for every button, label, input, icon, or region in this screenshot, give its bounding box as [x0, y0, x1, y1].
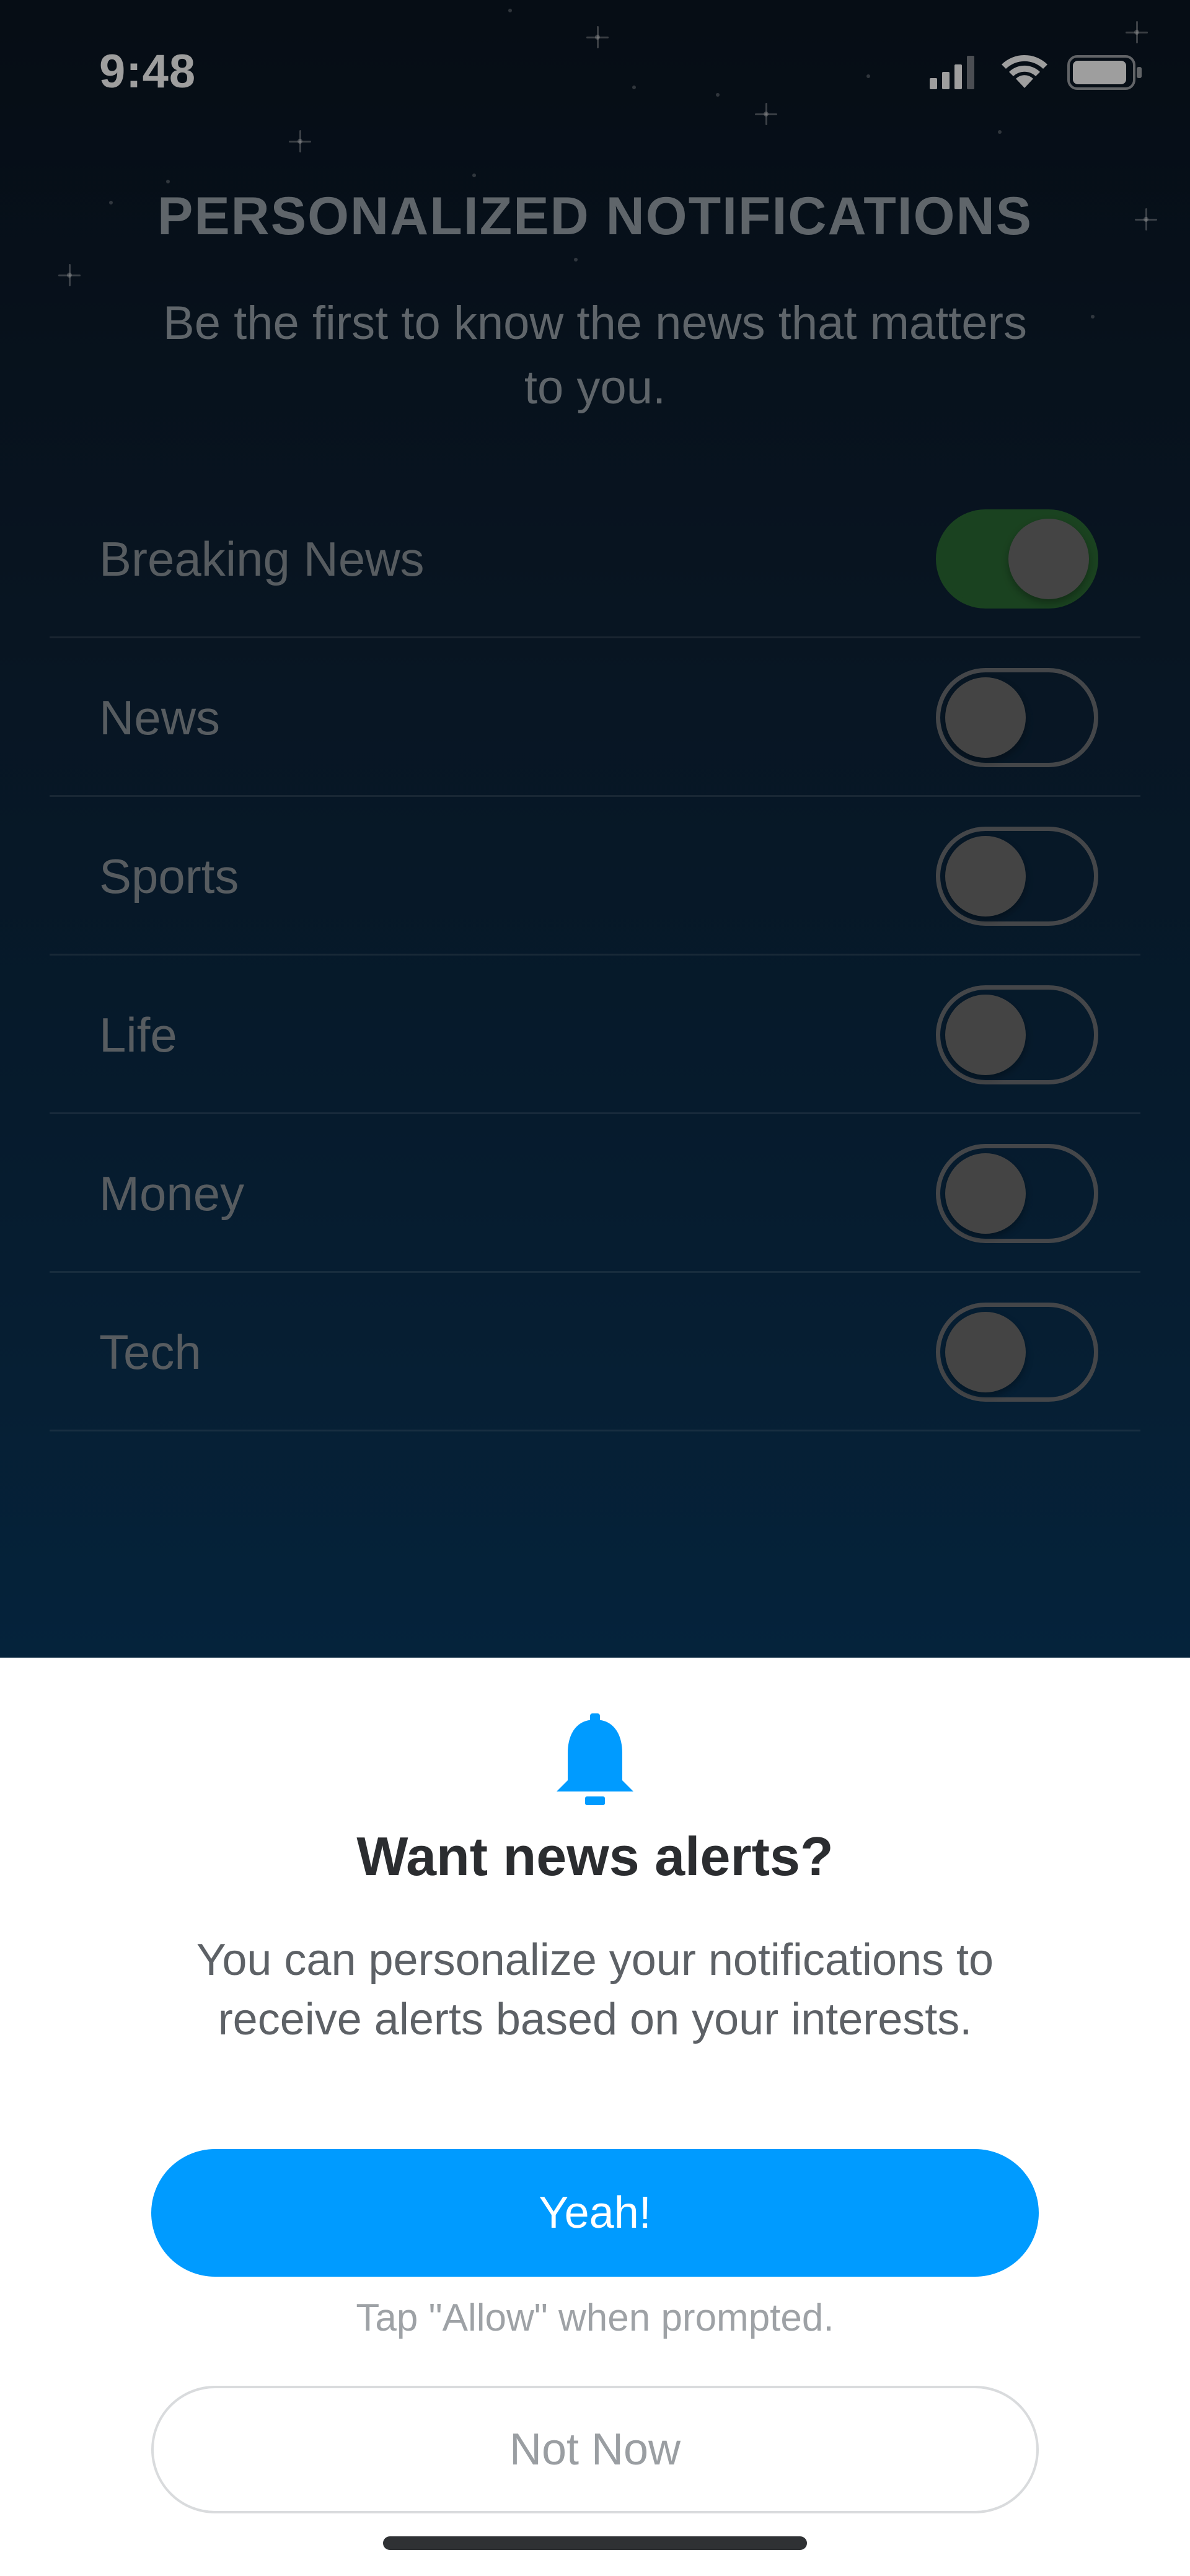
topic-label: Breaking News — [99, 532, 425, 586]
yeah-button[interactable]: Yeah! — [151, 2149, 1039, 2277]
topic-label: Tech — [99, 1325, 201, 1379]
star-decoration — [58, 264, 81, 286]
not-now-button[interactable]: Not Now — [151, 2386, 1039, 2513]
star-decoration — [1091, 315, 1095, 319]
status-time: 9:48 — [99, 45, 196, 98]
battery-icon — [1067, 55, 1142, 90]
topic-row-breaking-news: Breaking News — [50, 480, 1140, 638]
topic-label: Life — [99, 1008, 177, 1062]
tech-toggle[interactable] — [936, 1303, 1098, 1402]
toggle-knob — [1008, 519, 1089, 599]
star-decoration — [472, 174, 476, 177]
money-toggle[interactable] — [936, 1144, 1098, 1243]
topic-row-money: Money — [50, 1114, 1140, 1273]
topic-label: Sports — [99, 849, 239, 903]
allow-hint: Tap "Allow" when prompted. — [356, 2297, 834, 2339]
topic-label: News — [99, 690, 221, 745]
signal-icon — [930, 56, 974, 89]
toggle-knob — [945, 1312, 1026, 1392]
topic-row-news: News — [50, 638, 1140, 797]
toggle-knob — [945, 677, 1026, 758]
star-decoration — [166, 180, 170, 183]
toggle-knob — [945, 1153, 1026, 1234]
sports-toggle[interactable] — [936, 827, 1098, 926]
sheet-body: You can personalize your notifications t… — [196, 1935, 994, 2044]
topic-row-sports: Sports — [50, 797, 1140, 956]
topic-row-life: Life — [50, 956, 1140, 1114]
star-decoration — [289, 130, 311, 152]
news-alerts-sheet: Want news alerts? You can personalize yo… — [0, 1658, 1190, 2576]
page-title: PERSONALIZED NOTIFICATIONS — [157, 187, 1033, 246]
bell-icon — [557, 1713, 633, 1805]
topic-label: Money — [99, 1166, 245, 1221]
breaking-news-toggle[interactable] — [936, 509, 1098, 609]
life-toggle[interactable] — [936, 985, 1098, 1084]
home-indicator[interactable] — [383, 2536, 807, 2550]
toggle-knob — [945, 836, 1026, 917]
status-bar: 9:48 — [0, 0, 1190, 136]
star-decoration — [574, 258, 578, 262]
topic-row-tech: Tech — [50, 1273, 1140, 1431]
sheet-title: Want news alerts? — [356, 1826, 834, 1887]
news-toggle[interactable] — [936, 668, 1098, 767]
wifi-icon — [1002, 55, 1047, 88]
toggle-knob — [945, 995, 1026, 1075]
screen: 9:48 PERSONALIZED NOTIFICATIONS Be the f… — [0, 0, 1190, 2576]
page-subtitle: Be the first to know the news that matte… — [163, 297, 1027, 414]
topic-list: Breaking News News Sports Life Money Tec… — [50, 480, 1140, 1431]
